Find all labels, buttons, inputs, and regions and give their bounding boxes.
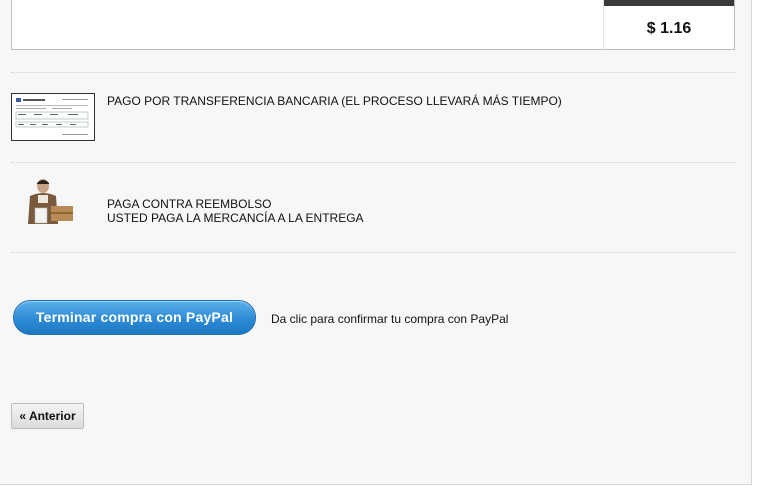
bank-transfer-form-image bbox=[11, 93, 95, 141]
divider bbox=[11, 72, 735, 73]
paypal-checkout-button[interactable]: Terminar compra con PayPal bbox=[13, 300, 256, 335]
payment-option-bank-transfer[interactable]: PAGO POR TRANSFERENCIA BANCARIA (EL PROC… bbox=[11, 93, 735, 143]
divider bbox=[11, 252, 735, 253]
cash-on-delivery-description: USTED PAGA LA MERCANCÍA A LA ENTREGA bbox=[107, 211, 364, 225]
order-total-cell: $ 1.16 bbox=[603, 0, 734, 50]
divider bbox=[11, 162, 735, 163]
order-total-value: $ 1.16 bbox=[646, 20, 692, 37]
previous-button[interactable]: « Anterior bbox=[11, 403, 84, 429]
bank-transfer-label: PAGO POR TRANSFERENCIA BANCARIA (EL PROC… bbox=[107, 94, 562, 108]
order-total-table: $ 1.16 bbox=[11, 0, 735, 50]
total-header-bar bbox=[604, 0, 734, 6]
payment-option-cash-on-delivery[interactable]: PAGA CONTRA REEMBOLSO USTED PAGA LA MERC… bbox=[11, 178, 735, 236]
delivery-person-image bbox=[21, 178, 85, 234]
checkout-panel: $ 1.16 PAGO POR TRANSFERENCIA BANCARIA (… bbox=[0, 0, 752, 485]
cash-on-delivery-title: PAGA CONTRA REEMBOLSO bbox=[107, 197, 272, 211]
paypal-hint-text: Da clic para confirmar tu compra con Pay… bbox=[271, 312, 509, 326]
